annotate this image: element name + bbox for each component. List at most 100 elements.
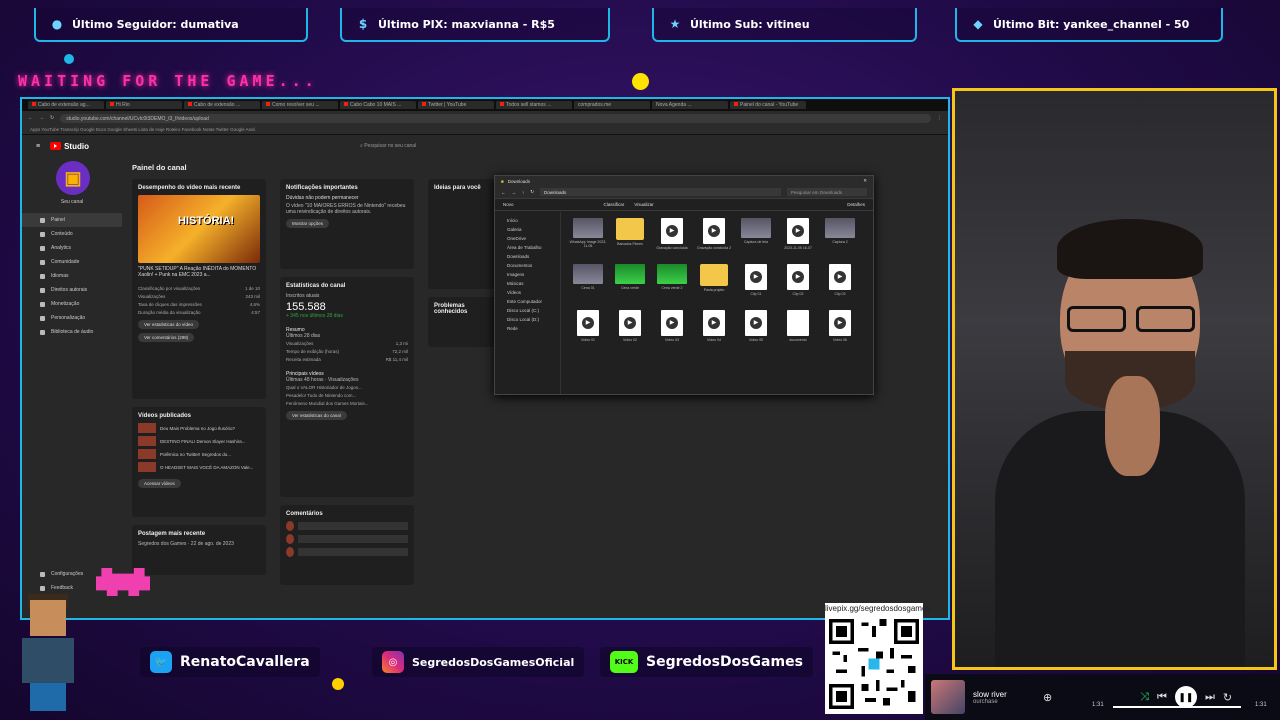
bookmarks-bar[interactable]: Apps YouTube Transcrip Google Docs Googl… bbox=[22, 125, 948, 135]
comment-item[interactable] bbox=[286, 534, 408, 544]
explorer-nav-item[interactable]: Rede bbox=[499, 324, 556, 333]
goto-videos-button[interactable]: Acessar vídeos bbox=[138, 479, 181, 488]
shuffle-icon[interactable]: ⤨ bbox=[1140, 691, 1149, 704]
file-item[interactable]: Vídeo 04 bbox=[693, 310, 735, 350]
next-icon[interactable]: ⏭ bbox=[1205, 691, 1215, 704]
address-bar[interactable]: studio.youtube.com/channel/UCvIc0t3DEMO_… bbox=[60, 113, 931, 123]
view-button[interactable]: Visualizar bbox=[634, 202, 653, 207]
add-icon[interactable]: ⊕ bbox=[1043, 691, 1052, 704]
file-item[interactable]: Vídeo 05 bbox=[735, 310, 777, 350]
browser-tab[interactable]: Cabo de extensão ag... bbox=[28, 101, 104, 109]
file-item[interactable]: Gravação concluída 2 bbox=[693, 218, 735, 258]
file-item[interactable]: Clip 03 bbox=[819, 264, 861, 304]
list-item[interactable]: Deu Mais Problema no Jogo Ilusório? bbox=[138, 423, 260, 433]
pause-button[interactable]: ❚❚ bbox=[1174, 686, 1197, 708]
nav-configuracoes[interactable]: Configurações bbox=[22, 567, 83, 581]
previous-icon[interactable]: ⏮ bbox=[1157, 691, 1167, 704]
nav-direitos[interactable]: Direitos autorais bbox=[22, 283, 122, 297]
nav-analytics[interactable]: Analytics bbox=[22, 241, 122, 255]
reload-icon[interactable]: ↻ bbox=[50, 115, 54, 121]
explorer-nav-item[interactable]: Área de Trabalho bbox=[499, 243, 556, 252]
top-video-row[interactable]: Fenômeno Mundial dos Games Mortais... bbox=[286, 399, 408, 407]
studio-logo[interactable]: Studio bbox=[50, 142, 89, 151]
file-item[interactable]: Vídeo 03 bbox=[651, 310, 693, 350]
browser-tab[interactable]: Nova Agenda ... bbox=[652, 101, 728, 109]
top-video-row[interactable]: Qual o VALOR Historiador de Jogos... bbox=[286, 383, 408, 391]
file-item[interactable]: Cena 01 bbox=[567, 264, 609, 304]
list-item[interactable]: O HEADSET MAIS VOCÊ DA AMAZON Vale... bbox=[138, 462, 260, 472]
studio-search-input[interactable]: ⌕ Pesquisar no seu canal bbox=[352, 140, 552, 152]
nav-personalizacao[interactable]: Personalização bbox=[22, 311, 122, 325]
video-analytics-button[interactable]: Ver estatísticas do vídeo bbox=[138, 320, 200, 329]
channel-analytics-button[interactable]: Ver estatísticas do canal bbox=[286, 411, 347, 420]
nav-conteudo[interactable]: Conteúdo bbox=[22, 227, 122, 241]
comment-item[interactable] bbox=[286, 521, 408, 531]
explorer-nav-item[interactable]: Disco Local (C:) bbox=[499, 306, 556, 315]
nav-painel[interactable]: Painel bbox=[22, 213, 122, 227]
browser-tab[interactable]: Hi Rio bbox=[106, 101, 182, 109]
details-button[interactable]: Detalhes bbox=[847, 202, 865, 207]
forward-icon[interactable]: → bbox=[39, 115, 44, 121]
file-item[interactable]: Captura de tela bbox=[735, 218, 777, 258]
browser-tab[interactable]: Twitter | YouTube bbox=[418, 101, 494, 109]
browser-tab[interactable]: Cabo Cabo 10 MAIS ... bbox=[340, 101, 416, 109]
file-item[interactable]: Gravação concluída bbox=[651, 218, 693, 258]
nav-monetizacao[interactable]: Monetização bbox=[22, 297, 122, 311]
sort-button[interactable]: Classificar bbox=[604, 202, 625, 207]
file-item[interactable]: Captura 2 bbox=[819, 218, 861, 258]
browser-tab[interactable]: Cabo de extensão ... bbox=[184, 101, 260, 109]
file-item[interactable]: Clip 01 bbox=[735, 264, 777, 304]
explorer-nav-item[interactable]: Downloads bbox=[499, 252, 556, 261]
file-item[interactable]: Pasta projeto bbox=[693, 264, 735, 304]
explorer-nav-item[interactable]: OneDrive bbox=[499, 234, 556, 243]
file-item[interactable]: Baixados Filmes bbox=[609, 218, 651, 258]
file-item[interactable]: Clip 02 bbox=[777, 264, 819, 304]
browser-tab-active[interactable]: Painel do canal - YouTube bbox=[730, 101, 806, 109]
file-item[interactable]: Vídeo 02 bbox=[609, 310, 651, 350]
list-item[interactable]: Polêmica no Twitter! Segredos do... bbox=[138, 449, 260, 459]
refresh-icon[interactable]: ↻ bbox=[530, 189, 534, 195]
close-icon[interactable]: ✕ bbox=[863, 178, 867, 184]
explorer-nav-item[interactable]: Este Computador bbox=[499, 297, 556, 306]
view-comments-button[interactable]: Ver comentários (298) bbox=[138, 333, 195, 342]
explorer-nav-item[interactable]: Documentos bbox=[499, 261, 556, 270]
video-title[interactable]: "PUNK SETIDUP" A Reação INÉDITA do MOMEN… bbox=[138, 266, 260, 278]
explorer-nav-item[interactable]: Início bbox=[499, 216, 556, 225]
explorer-search-input[interactable]: Pesquisar em Downloads bbox=[787, 188, 867, 196]
channel-avatar[interactable]: ▣ bbox=[56, 161, 90, 195]
video-thumbnail[interactable]: HISTÓRIA! bbox=[138, 195, 260, 263]
file-item[interactable]: WhatsApp Image 2023-11-05 bbox=[567, 218, 609, 258]
comment-item[interactable] bbox=[286, 547, 408, 557]
back-icon[interactable]: ← bbox=[501, 190, 506, 195]
back-icon[interactable]: ← bbox=[28, 115, 33, 121]
notification-options-button[interactable]: Mostrar opções bbox=[286, 219, 330, 228]
forward-icon[interactable]: → bbox=[512, 190, 517, 195]
file-item[interactable]: Cena verde 2 bbox=[651, 264, 693, 304]
last-pix-alert: $ Último PIX: maxvianna - R$5 bbox=[340, 8, 610, 42]
explorer-nav-item[interactable]: Disco Local (D:) bbox=[499, 315, 556, 324]
top-video-row[interactable]: Pesadelo! Tudo de Nintendo com... bbox=[286, 391, 408, 399]
browser-tab[interactable]: Todos sell stamos ... bbox=[496, 101, 572, 109]
explorer-nav-item[interactable]: Músicas bbox=[499, 279, 556, 288]
explorer-address-bar[interactable]: Downloads bbox=[540, 188, 781, 196]
file-item[interactable]: 2023-11-05 16-07 bbox=[777, 218, 819, 258]
nav-biblioteca[interactable]: Biblioteca de áudio bbox=[22, 325, 122, 339]
list-item[interactable]: DESTINO FINAL! Demon Slayer Hashira... bbox=[138, 436, 260, 446]
explorer-nav-item[interactable]: Imagens bbox=[499, 270, 556, 279]
explorer-nav-item[interactable]: Vídeos bbox=[499, 288, 556, 297]
browser-tab[interactable]: comprados.me bbox=[574, 101, 650, 109]
nav-comunidade[interactable]: Comunidade bbox=[22, 255, 122, 269]
hamburger-icon[interactable]: ≡ bbox=[36, 143, 40, 150]
explorer-nav-item[interactable]: Galeria bbox=[499, 225, 556, 234]
up-icon[interactable]: ↑ bbox=[522, 190, 524, 195]
file-item[interactable]: Cena verde bbox=[609, 264, 651, 304]
file-item[interactable]: Vídeo 01 bbox=[567, 310, 609, 350]
file-item[interactable]: Vídeo 06 bbox=[819, 310, 861, 350]
browser-tab[interactable]: Como resolver seu ... bbox=[262, 101, 338, 109]
repeat-icon[interactable]: ↻ bbox=[1223, 691, 1232, 704]
progress-bar[interactable] bbox=[1113, 706, 1241, 708]
nav-idiomas[interactable]: Idiomas bbox=[22, 269, 122, 283]
new-button[interactable]: Novo bbox=[503, 202, 514, 207]
file-item[interactable]: documento bbox=[777, 310, 819, 350]
menu-icon[interactable]: ⋮ bbox=[937, 115, 942, 121]
